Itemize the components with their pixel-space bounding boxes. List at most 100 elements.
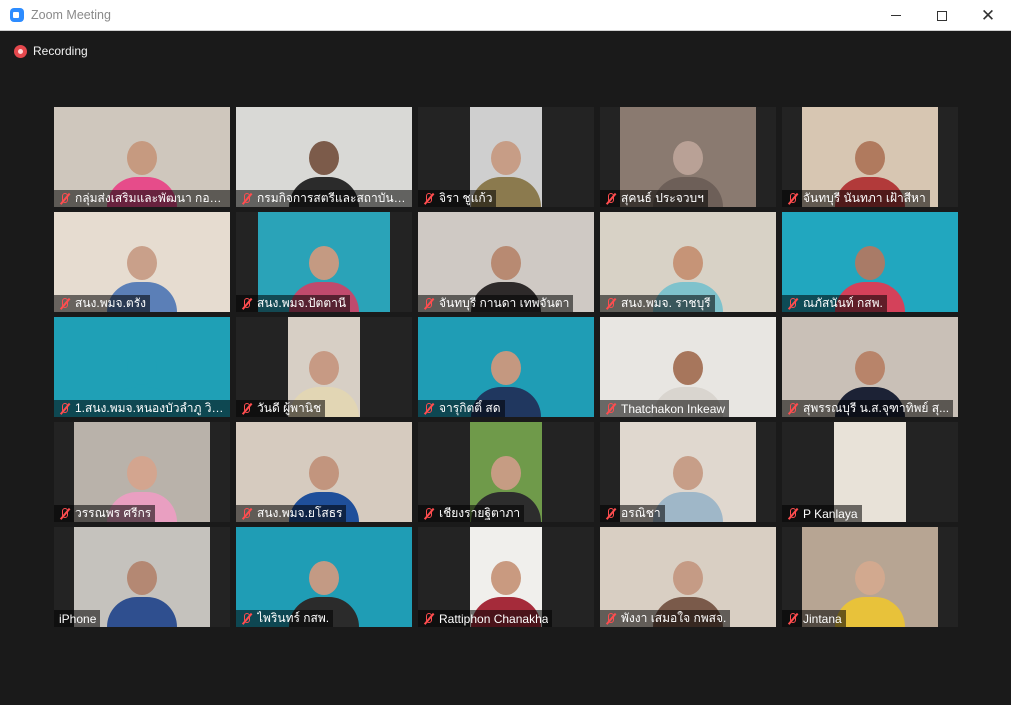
participant-tile[interactable]: วรรณพร ศรีกร — [54, 422, 230, 522]
participant-tile[interactable]: 1.สนง.พมจ.หนองบัวลำภู วิระ... — [54, 317, 230, 417]
mic-muted-icon — [603, 505, 618, 522]
mic-muted-icon — [239, 295, 254, 312]
participant-name: ณภัสนันท์ กสพ. — [803, 296, 883, 310]
mic-muted-icon — [421, 190, 436, 207]
participant-tile[interactable]: Thatchakon Inkeaw — [600, 317, 776, 417]
participant-tile[interactable]: Jintana — [782, 527, 958, 627]
participant-name-label: สนง.พมจ.ยโสธร — [236, 505, 347, 522]
mic-muted-icon — [57, 400, 72, 417]
participant-name: เชียงรายฐิตาภา — [439, 506, 521, 520]
participant-name-label: กลุ่มส่งเสริมและพัฒนา กองส่ง... — [54, 190, 230, 207]
participant-name: วันดี ผู้พานิช — [257, 401, 322, 415]
participant-tile[interactable]: สุพรรณบุรี น.ส.จุฑาทิพย์ สุ... — [782, 317, 958, 417]
participant-tile[interactable]: สนง.พมจ.ยโสธร — [236, 422, 412, 522]
participant-tile[interactable]: จันทบุรี กานดา เทพจันตา — [418, 212, 594, 312]
mic-muted-icon — [421, 400, 436, 417]
recording-indicator[interactable]: Recording — [14, 44, 88, 58]
participant-name: 1.สนง.พมจ.หนองบัวลำภู วิระ... — [75, 401, 226, 415]
participant-silhouette — [107, 561, 177, 627]
participant-name-label: อรณิชา — [600, 505, 665, 522]
participant-name: Jintana — [803, 611, 842, 626]
mic-muted-icon — [603, 295, 618, 312]
window-controls: ✕ — [873, 0, 1011, 31]
participant-tile[interactable]: กลุ่มส่งเสริมและพัฒนา กองส่ง... — [54, 107, 230, 207]
participant-tile[interactable]: P Kanlaya — [782, 422, 958, 522]
participant-name: P Kanlaya — [803, 506, 858, 521]
participant-tile[interactable]: กรมกิจการสตรีและสถาบันคร... — [236, 107, 412, 207]
participant-name-label: กรมกิจการสตรีและสถาบันคร... — [236, 190, 412, 207]
meeting-area: Recording กลุ่มส่งเสริมและพัฒนา กองส่ง..… — [0, 31, 1011, 705]
participant-tile[interactable]: สนง.พมจ.ตรัง — [54, 212, 230, 312]
participant-tile[interactable]: วันดี ผู้พานิช — [236, 317, 412, 417]
mic-muted-icon — [239, 190, 254, 207]
participant-name-label: ไพรินทร์ กสพ. — [236, 610, 334, 627]
gallery-grid: กลุ่มส่งเสริมและพัฒนา กองส่ง... กรมกิจการ… — [54, 107, 958, 627]
participant-name-label: วรรณพร ศรีกร — [54, 505, 156, 522]
mic-muted-icon — [239, 610, 254, 627]
participant-name: สุคนธ์ ประจวบฯ — [621, 191, 704, 205]
mic-muted-icon — [57, 505, 72, 522]
participant-name-label: เชียงรายฐิตาภา — [418, 505, 525, 522]
participant-tile[interactable]: iPhone — [54, 527, 230, 627]
mic-muted-icon — [785, 610, 800, 627]
maximize-button[interactable] — [919, 0, 965, 31]
participant-name: Thatchakon Inkeaw — [621, 401, 726, 416]
participant-name-label: 1.สนง.พมจ.หนองบัวลำภู วิระ... — [54, 400, 230, 417]
participant-tile[interactable]: อรณิชา — [600, 422, 776, 522]
participant-name: Rattiphon Chanakha — [439, 611, 549, 626]
participant-name: อรณิชา — [621, 506, 661, 520]
participant-name-label: สนง.พมจ. ราชบุรี — [600, 295, 715, 312]
participant-name: สนง.พมจ.ปัตตานี — [257, 296, 347, 310]
mic-muted-icon — [421, 610, 436, 627]
maximize-icon — [937, 10, 947, 21]
participant-tile[interactable]: จิรา ชูแก้ว — [418, 107, 594, 207]
close-icon: ✕ — [980, 6, 996, 25]
participant-tile[interactable]: สุคนธ์ ประจวบฯ — [600, 107, 776, 207]
mic-muted-icon — [785, 400, 800, 417]
participant-name: พังงา เสมอใจ กพสจ. — [621, 611, 727, 625]
participant-tile[interactable]: สนง.พมจ. ราชบุรี — [600, 212, 776, 312]
participant-name: จันทบุรี กานดา เทพจันตา — [439, 296, 570, 310]
mic-muted-icon — [57, 190, 72, 207]
mic-muted-icon — [603, 190, 618, 207]
participant-tile[interactable]: ไพรินทร์ กสพ. — [236, 527, 412, 627]
participant-name-label: ณภัสนันท์ กสพ. — [782, 295, 887, 312]
mic-muted-icon — [421, 295, 436, 312]
mic-muted-icon — [603, 400, 618, 417]
mic-muted-icon — [239, 400, 254, 417]
mic-muted-icon — [603, 610, 618, 627]
participant-name-label: สุพรรณบุรี น.ส.จุฑาทิพย์ สุ... — [782, 400, 954, 417]
participant-tile[interactable]: เชียงรายฐิตาภา — [418, 422, 594, 522]
mic-muted-icon — [785, 505, 800, 522]
participant-name-label: จันทบุรี กานดา เทพจันตา — [418, 295, 574, 312]
window-title: Zoom Meeting — [31, 8, 111, 22]
participant-name-label: สุคนธ์ ประจวบฯ — [600, 190, 708, 207]
participant-name: กลุ่มส่งเสริมและพัฒนา กองส่ง... — [75, 191, 226, 205]
participant-name: จารุกิตติ์ สด — [439, 401, 501, 415]
participant-tile[interactable]: สนง.พมจ.ปัตตานี — [236, 212, 412, 312]
participant-name-label: Jintana — [782, 610, 846, 627]
participant-name: สุพรรณบุรี น.ส.จุฑาทิพย์ สุ... — [803, 401, 950, 415]
mic-muted-icon — [239, 505, 254, 522]
participant-name-label: พังงา เสมอใจ กพสจ. — [600, 610, 731, 627]
participant-tile[interactable]: จารุกิตติ์ สด — [418, 317, 594, 417]
participant-name: จันทบุรี นันทภา เฝ้าสีหา — [803, 191, 926, 205]
participant-name: วรรณพร ศรีกร — [75, 506, 152, 520]
minimize-button[interactable] — [873, 0, 919, 31]
participant-tile[interactable]: Rattiphon Chanakha — [418, 527, 594, 627]
participant-name-label: Rattiphon Chanakha — [418, 610, 553, 627]
participant-name-label: Thatchakon Inkeaw — [600, 400, 730, 417]
recording-label: Recording — [33, 44, 88, 58]
participant-name-label: จิรา ชูแก้ว — [418, 190, 497, 207]
participant-name: กรมกิจการสตรีและสถาบันคร... — [257, 191, 408, 205]
mic-muted-icon — [421, 505, 436, 522]
participant-tile[interactable]: พังงา เสมอใจ กพสจ. — [600, 527, 776, 627]
participant-name-label: P Kanlaya — [782, 505, 862, 522]
close-button[interactable]: ✕ — [965, 0, 1011, 31]
minimize-icon — [891, 15, 901, 16]
participant-tile[interactable]: ณภัสนันท์ กสพ. — [782, 212, 958, 312]
participant-tile[interactable]: จันทบุรี นันทภา เฝ้าสีหา — [782, 107, 958, 207]
participant-name-label: จันทบุรี นันทภา เฝ้าสีหา — [782, 190, 930, 207]
participant-name-label: iPhone — [54, 610, 101, 627]
participant-name-label: จารุกิตติ์ สด — [418, 400, 505, 417]
